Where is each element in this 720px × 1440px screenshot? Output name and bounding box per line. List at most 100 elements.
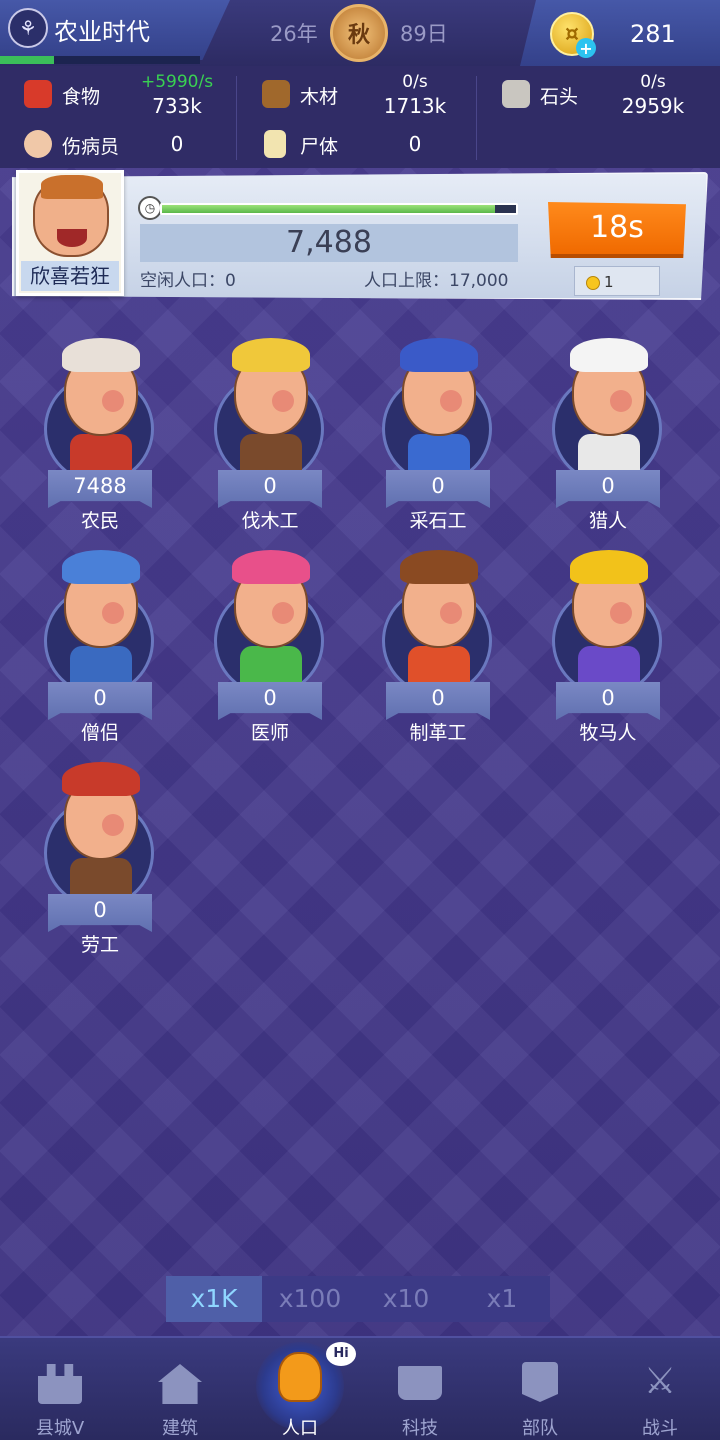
worker-hair: [570, 550, 648, 584]
stone-value: 2959k: [621, 94, 685, 118]
worker-body: [408, 434, 470, 474]
house-icon: [158, 1364, 202, 1404]
speedup-timer-button[interactable]: 18s: [548, 202, 686, 258]
worker-hair: [400, 338, 478, 372]
worker-name: 伐木工: [241, 510, 299, 532]
worker-hair: [570, 338, 648, 372]
worker-count: 0: [48, 682, 152, 720]
multiplier-x100-button[interactable]: x100: [262, 1276, 358, 1322]
worker-body: [578, 434, 640, 474]
worker-hair: [400, 550, 478, 584]
banner-icon: [522, 1362, 558, 1402]
worker-nose: [102, 390, 124, 412]
portrait-mouth: [57, 229, 87, 247]
food-label: 食物: [62, 86, 101, 108]
worker-avatar: [388, 330, 484, 480]
gold-coin-icon: [586, 276, 600, 290]
worker-card[interactable]: 0 采石工: [372, 330, 512, 532]
worker-hair: [232, 550, 310, 584]
multiplier-x10-button[interactable]: x10: [358, 1276, 454, 1322]
population-progress-fill: [162, 205, 495, 213]
worker-count: 0: [556, 682, 660, 720]
mood-label: 欣喜若狂: [21, 261, 119, 291]
worker-card[interactable]: 0 劳工: [34, 754, 174, 956]
worker-nose: [440, 390, 462, 412]
worker-card[interactable]: 0 牧马人: [542, 542, 682, 744]
portrait-hair: [41, 175, 103, 199]
worker-avatar: [50, 330, 146, 480]
multiplier-x1-button[interactable]: x1: [454, 1276, 550, 1322]
worker-avatar: [558, 542, 654, 692]
injured-person-icon: [24, 130, 52, 158]
plus-icon[interactable]: +: [576, 38, 596, 58]
worker-card[interactable]: 0 制革工: [372, 542, 512, 744]
meat-icon: [24, 80, 52, 108]
stopwatch-icon: ◷: [138, 196, 162, 220]
wounded-label: 伤病员: [62, 136, 120, 158]
worker-name: 劳工: [80, 934, 119, 956]
worker-nose: [440, 602, 462, 624]
nav-label: 建筑: [162, 1418, 198, 1439]
worker-hair: [62, 338, 140, 372]
worker-name: 猎人: [588, 510, 627, 532]
nav-label: 部队: [522, 1418, 558, 1439]
worker-card[interactable]: 0 医师: [204, 542, 344, 744]
nav-label: 县城V: [35, 1418, 85, 1439]
worker-card[interactable]: 0 僧侣: [34, 542, 174, 744]
nav-item-battle[interactable]: ⚔ 战斗: [610, 1352, 710, 1440]
cost-value: 1: [604, 273, 614, 291]
gingerbread-person-icon: [278, 1352, 322, 1402]
worker-card[interactable]: 7488 农民: [34, 330, 174, 532]
worker-avatar: [558, 330, 654, 480]
worker-body: [70, 858, 132, 898]
wood-rate: 0/s: [402, 72, 428, 92]
worker-card[interactable]: 0 猎人: [542, 330, 682, 532]
worker-count: 0: [556, 470, 660, 508]
stone-label: 石头: [540, 86, 579, 108]
divider: [236, 76, 237, 160]
nav-label: 战斗: [642, 1418, 678, 1439]
book-icon: [398, 1366, 442, 1400]
worker-nose: [610, 390, 632, 412]
nav-item-troops[interactable]: 部队: [490, 1352, 590, 1440]
nav-item-tech[interactable]: 科技: [370, 1352, 470, 1440]
idle-population-label: 空闲人口：0: [140, 271, 236, 291]
day-label: 89日: [400, 22, 448, 46]
worker-avatar: [220, 542, 316, 692]
nav-item-county[interactable]: 县城V: [10, 1352, 110, 1440]
worker-count: 0: [386, 682, 490, 720]
mood-portrait[interactable]: 欣喜若狂: [16, 170, 124, 296]
multiplier-x1k-button[interactable]: x1K: [166, 1276, 262, 1322]
coin-count: 281: [630, 20, 676, 48]
worker-count: 7488: [48, 470, 152, 508]
nav-label: 人口: [282, 1418, 318, 1439]
worker-body: [70, 646, 132, 686]
worker-name: 僧侣: [80, 722, 119, 744]
worker-count: 0: [48, 894, 152, 932]
population-progress-bar: [160, 203, 518, 215]
log-icon: [262, 80, 290, 108]
worker-nose: [272, 602, 294, 624]
multiplier-selector: x1K x100 x10 x1: [166, 1276, 550, 1322]
worker-body: [70, 434, 132, 474]
stone-rate: 0/s: [640, 72, 666, 92]
divider: [476, 76, 477, 160]
hi-badge: Hi: [326, 1342, 356, 1366]
food-value: 733k: [152, 94, 202, 118]
worker-count: 0: [218, 682, 322, 720]
year-label: 26年: [270, 22, 318, 46]
worker-count: 0: [386, 470, 490, 508]
worker-nose: [102, 814, 124, 836]
worker-card[interactable]: 0 伐木工: [204, 330, 344, 532]
worker-hair: [62, 550, 140, 584]
worker-body: [240, 434, 302, 474]
era-progress-bar: [0, 56, 200, 64]
worker-name: 采石工: [409, 510, 467, 532]
worker-hair: [62, 762, 140, 796]
rock-icon: [502, 80, 530, 108]
worker-body: [240, 646, 302, 686]
coffin-icon: [264, 130, 286, 158]
nav-item-buildings[interactable]: 建筑: [130, 1352, 230, 1440]
corpse-value: 0: [408, 132, 422, 156]
worker-name: 牧马人: [579, 722, 637, 744]
